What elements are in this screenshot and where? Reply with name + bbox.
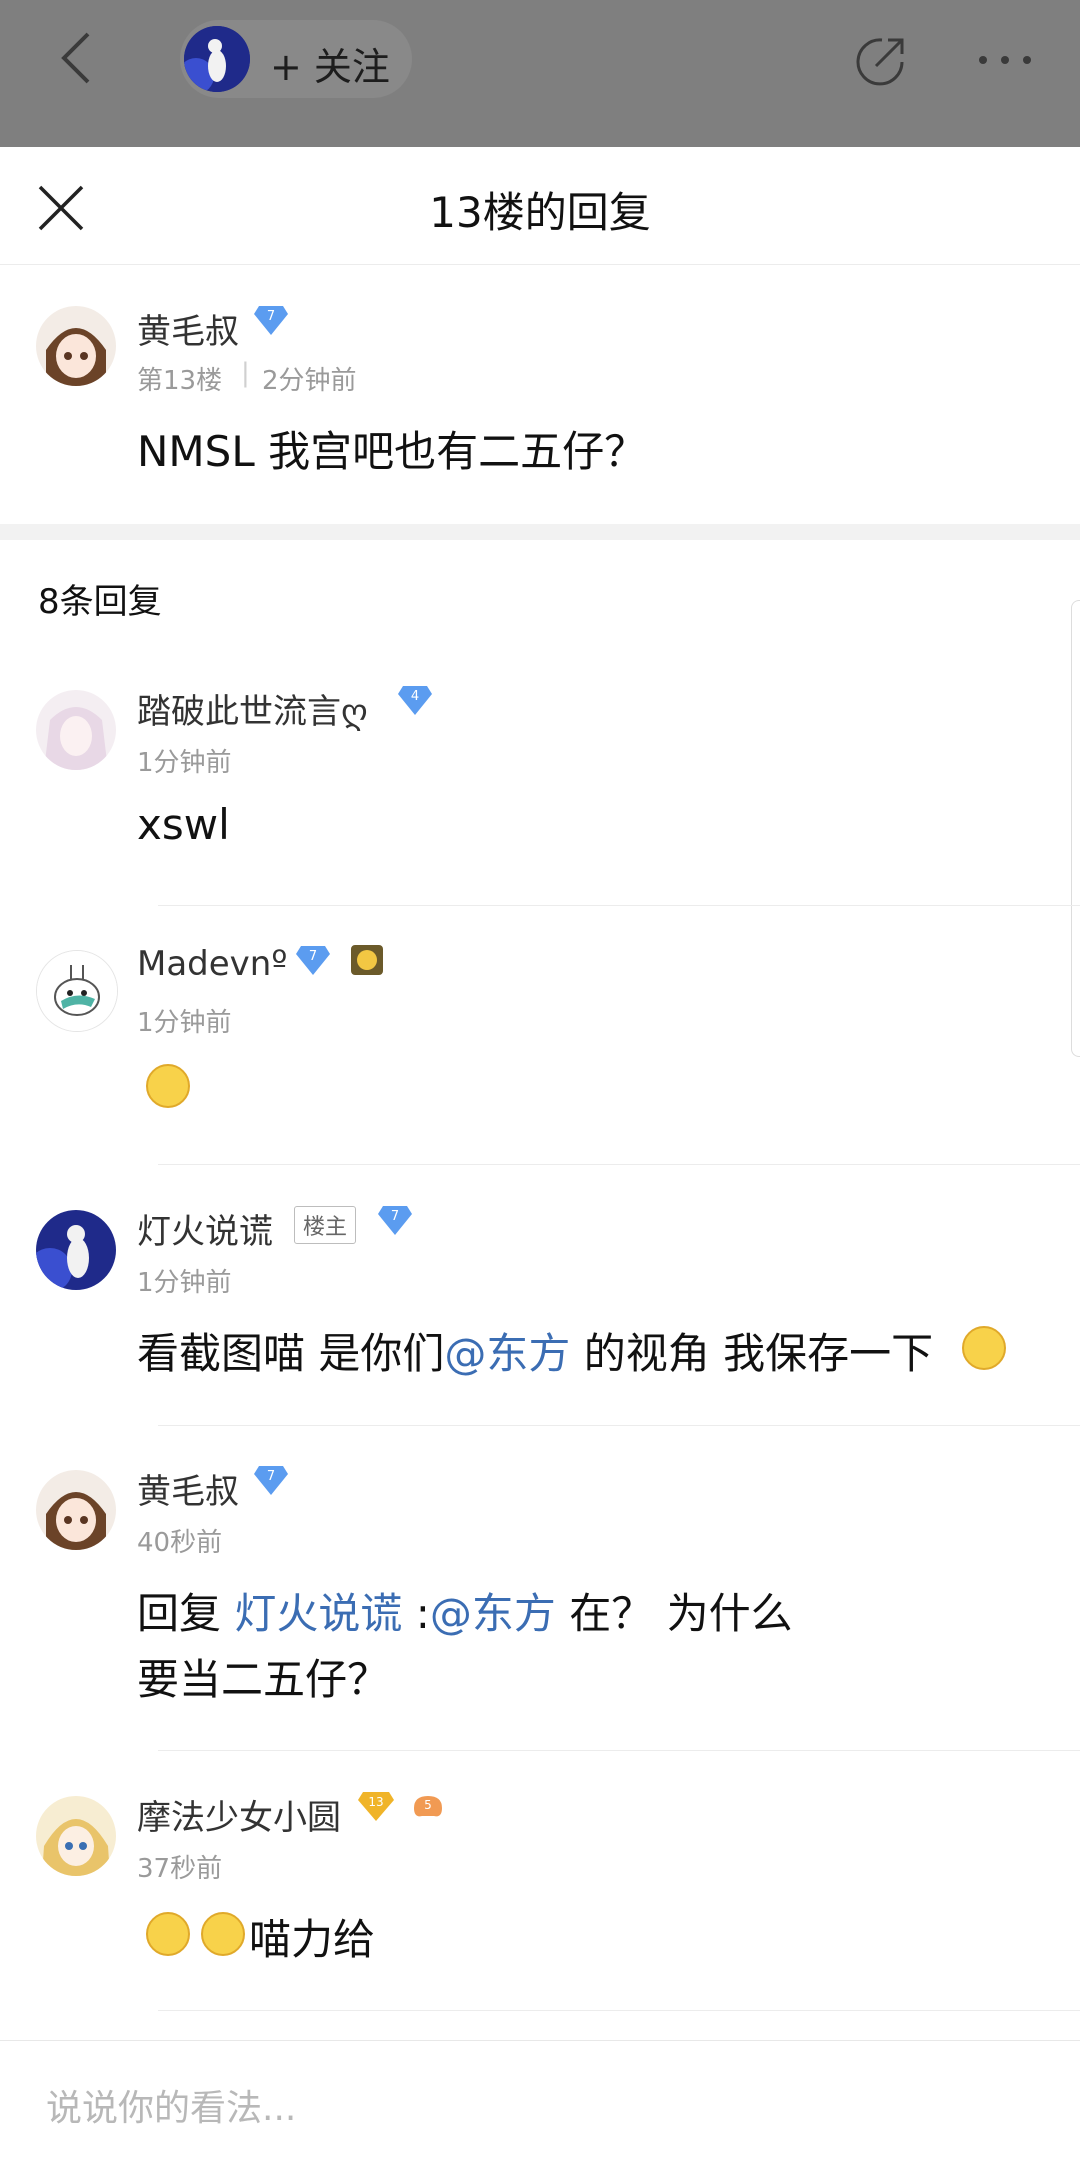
content-text: 的视角 我保存一下 xyxy=(570,1329,934,1378)
reply-time: 1分钟前 xyxy=(137,748,232,778)
post-time: 2分钟前 xyxy=(262,366,357,396)
reply-time: 1分钟前 xyxy=(137,1268,232,1298)
username[interactable]: Madevnº xyxy=(137,944,287,984)
top-navigation-bar: + 关注 xyxy=(0,0,1080,147)
row-divider xyxy=(158,1164,1080,1165)
mention-link[interactable]: @东方 xyxy=(444,1329,570,1378)
avatar[interactable] xyxy=(36,950,118,1032)
username[interactable]: 黄毛叔 xyxy=(137,304,239,353)
avatar[interactable] xyxy=(36,1796,116,1876)
row-divider xyxy=(158,905,1080,906)
reply-time: 37秒前 xyxy=(137,1854,223,1884)
level-number: 4 xyxy=(411,689,419,704)
username[interactable]: 黄毛叔 xyxy=(137,1464,239,1513)
reply-content: 回复 灯火说谎 :@东方 在？ 为什么 xyxy=(137,1580,793,1641)
row-divider xyxy=(158,1425,1080,1426)
row-divider xyxy=(158,1750,1080,1751)
reply-content: 看截图喵 是你们@东方 的视角 我保存一下 xyxy=(137,1320,933,1381)
level-number: 7 xyxy=(391,1209,399,1224)
scrollbar[interactable] xyxy=(1071,600,1080,1057)
content-text: 回复 xyxy=(137,1589,235,1638)
avatar[interactable] xyxy=(36,306,116,386)
level-number: 13 xyxy=(368,1795,383,1809)
hug-emoji-icon xyxy=(962,1326,1006,1370)
level-badge: 7 xyxy=(295,944,331,980)
content-text: 在？ 为什么 xyxy=(555,1589,793,1638)
username[interactable]: 摩法少女小圆 xyxy=(137,1790,341,1839)
post-content: NMSL 我宫吧也有二五仔？ xyxy=(137,427,647,476)
level-badge: 7 xyxy=(377,1204,413,1240)
sheet-title: 13楼的回复 xyxy=(429,188,651,237)
follow-label: + 关注 xyxy=(270,45,390,89)
reply-content: xswl xyxy=(137,800,230,849)
avatar[interactable] xyxy=(36,1210,116,1290)
back-arrow-icon[interactable] xyxy=(48,26,112,90)
floor-number: 第13楼 xyxy=(137,366,223,396)
reply-time: 40秒前 xyxy=(137,1528,223,1558)
reply-content: 喵力给 xyxy=(249,1915,376,1964)
avatar[interactable] xyxy=(36,690,116,770)
mention-link[interactable]: @东方 xyxy=(430,1589,556,1638)
level-badge: 13 xyxy=(357,1790,395,1826)
meta-separator: | xyxy=(241,358,250,388)
avatar[interactable] xyxy=(36,1470,116,1550)
content-text: 看截图喵 是你们 xyxy=(137,1329,445,1378)
thread-owner-tag: 楼主 xyxy=(294,1206,357,1244)
reply-content-line2: 要当二五仔？ xyxy=(137,1655,390,1704)
level-number: 7 xyxy=(267,1469,275,1484)
content-text: : xyxy=(402,1589,430,1638)
reply-count: 8条回复 xyxy=(38,582,162,622)
follow-button[interactable]: + 关注 xyxy=(180,20,412,98)
more-options-icon[interactable] xyxy=(975,40,1035,80)
level-badge: 4 xyxy=(397,684,433,720)
comment-input-bar[interactable]: 说说你的看法... xyxy=(0,2040,1080,2159)
thread-author-avatar xyxy=(184,26,250,92)
reply-time: 1分钟前 xyxy=(137,1008,232,1038)
share-icon[interactable] xyxy=(852,32,910,90)
level-badge: 7 xyxy=(253,304,289,340)
reply-sheet-header: 13楼的回复 xyxy=(0,147,1080,265)
comment-input-placeholder[interactable]: 说说你的看法... xyxy=(46,2079,296,2131)
laugh-emoji-icon xyxy=(201,1912,245,1956)
username[interactable]: 踏破此世流言ღ xyxy=(137,684,368,733)
achievement-badge-icon xyxy=(350,944,384,980)
section-divider xyxy=(0,524,1080,540)
level-number: 7 xyxy=(267,309,275,324)
reply-target-link[interactable]: 灯火说谎 xyxy=(234,1589,402,1638)
laugh-emoji-icon xyxy=(146,1912,190,1956)
username[interactable]: 灯火说谎 xyxy=(137,1204,273,1253)
level-number: 5 xyxy=(424,1798,432,1812)
game-badge-icon: 5 xyxy=(410,1790,446,1826)
smile-emoji-icon xyxy=(146,1064,190,1108)
level-badge: 7 xyxy=(253,1464,289,1500)
level-number: 7 xyxy=(309,949,317,964)
row-divider xyxy=(158,2010,1080,2011)
